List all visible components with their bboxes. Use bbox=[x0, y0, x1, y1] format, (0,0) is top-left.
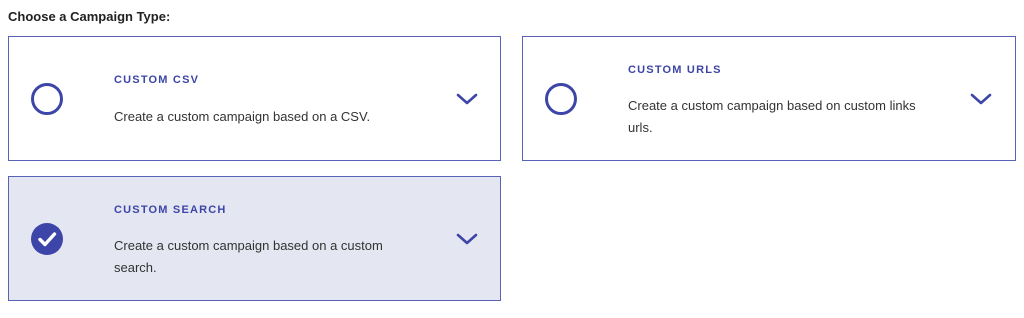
page-heading: Choose a Campaign Type: bbox=[8, 9, 171, 24]
option-description: Create a custom campaign based on custom… bbox=[628, 98, 916, 135]
chevron-down-icon[interactable] bbox=[455, 91, 479, 107]
option-title: CUSTOM SEARCH bbox=[114, 204, 227, 216]
radio-unchecked-icon[interactable] bbox=[545, 83, 577, 115]
option-title: CUSTOM URLS bbox=[628, 64, 722, 76]
option-card-custom-csv[interactable]: CUSTOM CSV Create a custom campaign base… bbox=[8, 36, 501, 161]
check-circle-icon[interactable] bbox=[31, 223, 63, 255]
campaign-type-chooser: Choose a Campaign Type: CUSTOM CSV Creat… bbox=[0, 0, 1024, 318]
option-description: Create a custom campaign based on a CSV. bbox=[114, 109, 371, 124]
option-description: Create a custom campaign based on a cust… bbox=[114, 238, 383, 275]
chevron-down-icon[interactable] bbox=[455, 231, 479, 247]
option-title: CUSTOM CSV bbox=[114, 74, 200, 86]
option-card-custom-search[interactable]: CUSTOM SEARCH Create a custom campaign b… bbox=[8, 176, 501, 301]
radio-unchecked-icon[interactable] bbox=[31, 83, 63, 115]
chevron-down-icon[interactable] bbox=[969, 91, 993, 107]
option-card-custom-urls[interactable]: CUSTOM URLS Create a custom campaign bas… bbox=[522, 36, 1016, 161]
